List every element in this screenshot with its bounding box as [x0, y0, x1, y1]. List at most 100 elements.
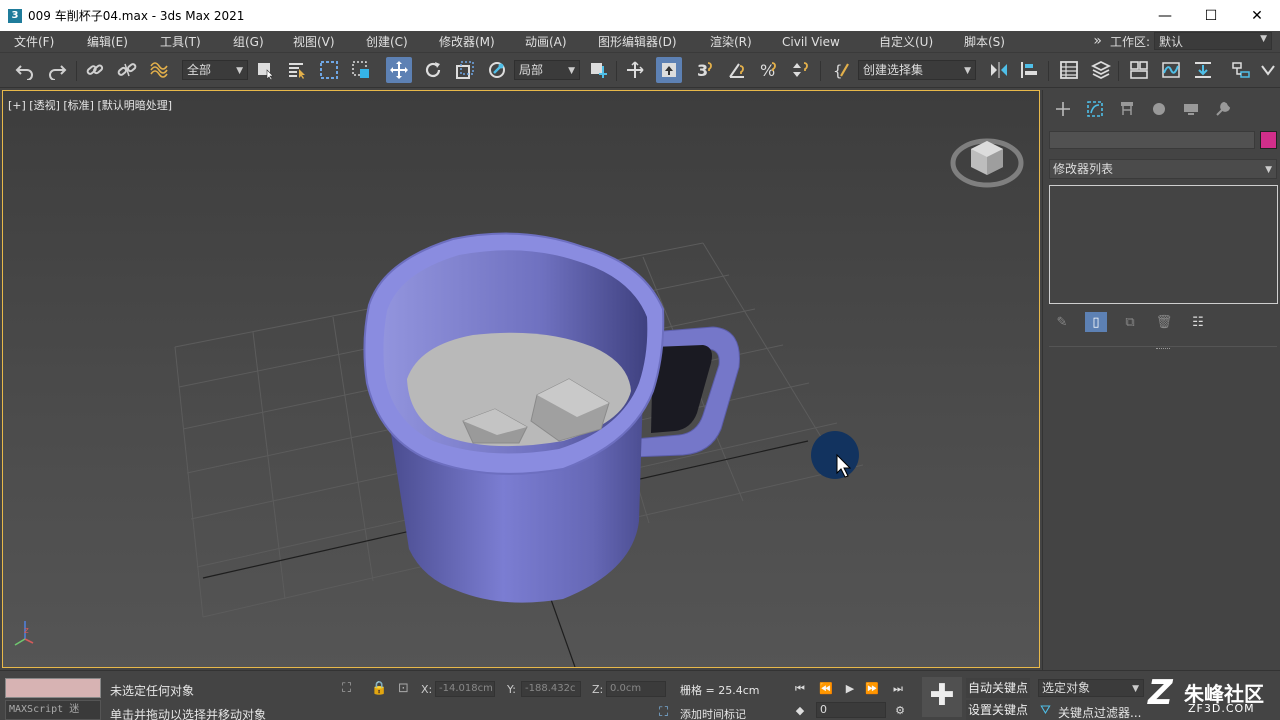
selected-object-dropdown[interactable]: 选定对象 ▼: [1038, 679, 1144, 697]
menu-civil-view[interactable]: Civil View: [780, 35, 842, 49]
undo-icon[interactable]: [12, 57, 38, 83]
link-icon[interactable]: [82, 57, 108, 83]
display-tab-icon[interactable]: [1175, 95, 1207, 123]
workspace-label: 工作区:: [1109, 34, 1150, 49]
mirror-icon[interactable]: [986, 57, 1012, 83]
key-filters-button[interactable]: 关键点过滤器...: [1058, 704, 1141, 720]
align-icon[interactable]: [1016, 57, 1042, 83]
menu-views[interactable]: 视图(V): [291, 33, 337, 50]
bind-space-warp-icon[interactable]: [146, 57, 172, 83]
close-button[interactable]: ✕: [1234, 0, 1280, 31]
configure-modifier-sets-icon[interactable]: ☷: [1187, 312, 1209, 332]
maximize-button[interactable]: ☐: [1188, 0, 1234, 31]
make-unique-icon[interactable]: ⧉: [1119, 312, 1141, 332]
selection-lock-icon[interactable]: 🔒: [371, 681, 387, 696]
menu-edit[interactable]: 编辑(E): [85, 33, 130, 50]
main-toolbar: 全部 ▼ 局部 ▼ 3 % {创建选择集 ▼: [0, 52, 1280, 88]
menu-create[interactable]: 创建(C): [364, 33, 410, 50]
menu-animation[interactable]: 动画(A): [523, 33, 569, 50]
object-name-field[interactable]: [1049, 131, 1255, 149]
rectangular-selection-icon[interactable]: [316, 57, 342, 83]
pivot-center-icon[interactable]: [586, 57, 612, 83]
modifier-stack[interactable]: [1049, 185, 1278, 304]
workspace-dropdown[interactable]: 默认 ▼: [1154, 32, 1272, 50]
menu-file[interactable]: 文件(F): [12, 33, 56, 50]
pin-stack-icon[interactable]: ✎: [1051, 312, 1073, 332]
toolbar-overflow-icon[interactable]: [1258, 57, 1278, 83]
maxscript-listener-mini[interactable]: [5, 678, 101, 698]
remove-modifier-icon[interactable]: 🗑: [1153, 312, 1175, 332]
select-and-place-icon[interactable]: [484, 57, 510, 83]
modifier-list-dropdown[interactable]: 修改器列表 ▼: [1049, 159, 1277, 179]
next-frame-icon[interactable]: ⏩: [862, 682, 882, 698]
chevron-down-icon: ▼: [1132, 684, 1139, 694]
z-coordinate-field[interactable]: 0.0cm: [606, 681, 666, 697]
edit-named-selection-icon[interactable]: {: [828, 57, 854, 83]
time-tag-icon[interactable]: ⛶: [659, 705, 668, 720]
go-to-end-icon[interactable]: ⏭: [888, 682, 908, 698]
y-coordinate-field[interactable]: -188.432c: [521, 681, 581, 697]
axis-tripod: z: [14, 621, 34, 646]
set-key-mode-button[interactable]: 设置关键点: [966, 700, 1031, 720]
menu-group[interactable]: 组(G): [231, 33, 266, 50]
viewport-label[interactable]: [+] [透视] [标准] [默认明暗处理]: [8, 97, 172, 113]
percent-snap-icon[interactable]: %: [756, 57, 782, 83]
minimize-button[interactable]: —: [1142, 0, 1188, 31]
go-to-start-icon[interactable]: ⏮: [790, 682, 810, 698]
spinner-snap-icon[interactable]: [788, 57, 814, 83]
snaps-toggle-icon[interactable]: 3: [692, 57, 718, 83]
current-frame-field[interactable]: 0: [816, 702, 886, 718]
selection-filter-dropdown[interactable]: 全部 ▼: [182, 60, 248, 80]
select-and-manipulate-icon[interactable]: [622, 57, 648, 83]
grid-size-text: 栅格 = 25.4cm: [680, 684, 760, 697]
menu-customize[interactable]: 自定义(U): [877, 33, 935, 50]
perspective-viewport[interactable]: [+] [透视] [标准] [默认明暗处理] z: [2, 90, 1040, 668]
object-color-swatch[interactable]: [1260, 131, 1277, 149]
isolate-selection-icon[interactable]: ⛶: [342, 681, 351, 696]
menu-modifiers[interactable]: 修改器(M): [437, 33, 497, 50]
title-bar: 3 009 车削杯子04.max - 3ds Max 2021 — ☐ ✕: [0, 0, 1280, 31]
curve-editor-icon[interactable]: [1158, 57, 1184, 83]
show-end-result-icon[interactable]: ▯: [1085, 312, 1107, 332]
add-time-tag-button[interactable]: 添加时间标记: [680, 706, 746, 720]
unlink-icon[interactable]: [114, 57, 140, 83]
keyboard-shortcut-override-icon[interactable]: [656, 57, 682, 83]
time-configuration-icon[interactable]: ⚙: [890, 704, 910, 720]
x-coordinate-field[interactable]: -14.018cm: [435, 681, 495, 697]
layer-explorer-icon[interactable]: [1088, 57, 1114, 83]
window-crossing-icon[interactable]: [348, 57, 374, 83]
workspace-expand-icon[interactable]: »: [1093, 33, 1102, 49]
hierarchy-tab-icon[interactable]: [1111, 95, 1143, 123]
set-key-icon[interactable]: ✚: [922, 677, 962, 717]
utilities-tab-icon[interactable]: [1207, 95, 1239, 123]
menu-rendering[interactable]: 渲染(R): [708, 33, 754, 50]
toggle-ribbon-icon[interactable]: [1126, 57, 1152, 83]
reference-coordinate-dropdown[interactable]: 局部 ▼: [514, 60, 580, 80]
scene-explorer-icon[interactable]: [1056, 57, 1082, 83]
create-tab-icon[interactable]: [1047, 95, 1079, 123]
menu-graph-editors[interactable]: 图形编辑器(D): [596, 33, 679, 50]
redo-icon[interactable]: [44, 57, 70, 83]
auto-key-button[interactable]: 自动关键点: [966, 678, 1031, 698]
key-mode-toggle-icon[interactable]: ◆: [790, 704, 810, 720]
select-and-rotate-icon[interactable]: [420, 57, 446, 83]
menu-scripting[interactable]: 脚本(S): [962, 33, 1007, 50]
select-by-name-icon[interactable]: [284, 57, 310, 83]
select-object-icon[interactable]: [252, 57, 278, 83]
material-editor-icon[interactable]: [1190, 57, 1216, 83]
motion-tab-icon[interactable]: [1143, 95, 1175, 123]
maxscript-field[interactable]: MAXScript 迷: [5, 700, 101, 720]
previous-frame-icon[interactable]: ⏪: [816, 682, 836, 698]
menu-tools[interactable]: 工具(T): [158, 33, 203, 50]
absolute-mode-icon[interactable]: ⊡: [398, 681, 409, 696]
key-filter-icon[interactable]: ⛛: [1040, 703, 1051, 718]
panel-resize-grip[interactable]: [1156, 348, 1170, 351]
select-and-scale-icon[interactable]: [452, 57, 478, 83]
schematic-view-icon[interactable]: [1228, 57, 1254, 83]
angle-snap-icon[interactable]: [724, 57, 750, 83]
modify-tab-icon[interactable]: [1079, 95, 1111, 123]
named-selection-dropdown[interactable]: 创建选择集 ▼: [858, 60, 976, 80]
svg-text:{: {: [833, 62, 843, 80]
select-and-move-icon[interactable]: [386, 57, 412, 83]
play-icon[interactable]: ▶: [840, 682, 860, 698]
